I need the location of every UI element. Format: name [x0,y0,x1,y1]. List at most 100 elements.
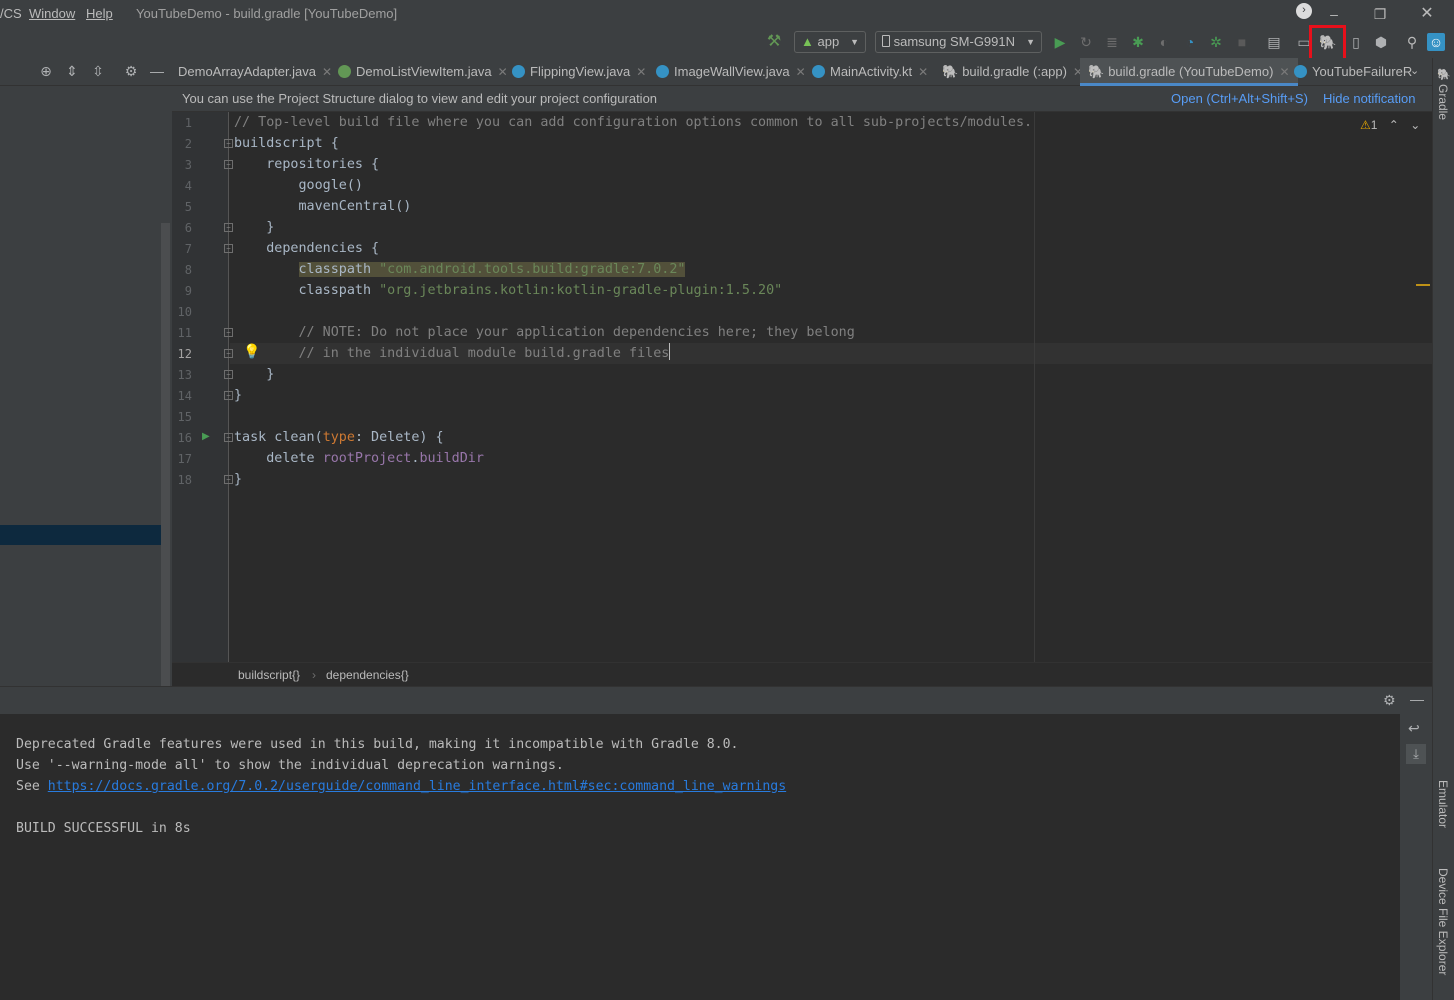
selected-tree-row[interactable] [0,525,168,545]
console-side-toolbar: ↩ ⤓ [1400,714,1432,1000]
account-icon[interactable]: ☺ [1427,33,1445,51]
run-gutter-icon[interactable]: ▶ [202,431,210,442]
tab-label: MainActivity.kt [830,64,913,79]
device-label: samsung SM-G991N [893,34,1016,49]
line-number: 18 [177,473,192,487]
rerun-icon[interactable]: ↻ [1077,33,1095,51]
fold-marker-icon[interactable]: − [224,391,233,400]
scroll-to-end-icon[interactable]: ⤓ [1406,744,1426,764]
build-output-console[interactable]: Deprecated Gradle features were used in … [0,714,1400,1000]
close-icon[interactable]: ✕ [796,65,806,79]
device-file-explorer-tool-window[interactable]: Device File Explorer [1436,868,1450,975]
gear-icon[interactable]: ⚙ [1383,692,1396,709]
expand-all-icon[interactable]: ⇕ [64,63,80,79]
tab-mainactivity[interactable]: MainActivity.kt ✕ [812,58,928,86]
previous-highlight-icon[interactable]: ⌃ [1389,118,1399,132]
tab-build-gradle-app[interactable]: 🐘 build.gradle (:app) ✕ [942,58,1083,86]
locate-icon[interactable]: ⊕ [38,63,54,79]
debug-icon[interactable]: ✱ [1129,33,1147,51]
emulator-tool-window[interactable]: Emulator [1436,780,1450,828]
device-selector[interactable]: samsung SM-G991N ▼ [875,31,1042,53]
hide-notification-link[interactable]: Hide notification [1323,91,1416,106]
breadcrumb-separator-icon: › [312,668,316,682]
breadcrumb-item-buildscript[interactable]: buildscript{} [238,668,300,682]
close-icon[interactable]: ✕ [1417,4,1437,24]
editor-gutter: 1 2 3 4 5 6 7 8 9 10 11 12 13 14 15 16 1… [172,112,260,662]
tab-overflow-chevron-icon[interactable]: ⌄ [1410,58,1419,86]
gradle-icon: 🐘 [942,64,959,79]
inspection-widget[interactable]: ⚠1 ⌃ ⌄ [1360,118,1420,132]
line-number: 10 [177,305,192,319]
hide-icon[interactable]: — [149,63,165,79]
code-string: "com.android.tools.build:gradle:7.0.2" [379,262,686,277]
project-scrollbar[interactable] [161,223,170,686]
fold-marker-icon[interactable]: − [224,349,233,358]
fold-marker-icon[interactable]: − [224,370,233,379]
code-line: classpath "org.jetbrains.kotlin:kotlin-g… [234,280,782,301]
open-project-structure-link[interactable]: Open (Ctrl+Alt+Shift+S) [1171,91,1308,106]
tab-label: DemoListViewItem.java [356,64,492,79]
breadcrumb-item-dependencies[interactable]: dependencies{} [326,668,409,682]
close-icon[interactable]: ✕ [322,65,332,79]
main-toolbar: ⚒ ▲ app ▼ samsung SM-G991N ▼ ▶ ↻ ≣ ✱ ◐ ◔… [0,28,1454,58]
fold-marker-icon[interactable]: − [224,328,233,337]
close-icon[interactable]: ✕ [498,65,508,79]
code-editor[interactable]: 1 2 3 4 5 6 7 8 9 10 11 12 13 14 15 16 1… [172,112,1432,662]
menu-window[interactable]: Window [29,6,75,21]
soft-wrap-icon[interactable]: ↩ [1408,720,1420,737]
close-icon[interactable]: ✕ [636,65,646,79]
warning-icon: ⚠ [1360,118,1371,132]
profiler-icon[interactable]: ◔ [1181,33,1199,51]
next-highlight-icon[interactable]: ⌄ [1410,118,1420,132]
stop-icon[interactable]: ■ [1233,33,1251,51]
tab-youtubefailure[interactable]: YouTubeFailureR [1294,58,1412,86]
gear-icon[interactable]: ⚙ [123,63,139,79]
tab-demolistviewitem[interactable]: DemoListViewItem.java ✕ [338,58,508,86]
fold-marker-icon[interactable]: − [224,475,233,484]
hammer-icon[interactable]: ⚒ [765,33,783,51]
apply-changes-icon[interactable]: ≣ [1103,33,1121,51]
fold-marker-icon[interactable]: − [224,139,233,148]
tab-build-gradle-project[interactable]: 🐘 build.gradle (YouTubeDemo) ✕ [1080,58,1298,86]
close-icon[interactable]: ✕ [1279,65,1289,79]
menu-help[interactable]: Help [86,6,113,21]
code-line: } [234,388,243,403]
close-icon[interactable]: ✕ [918,65,928,79]
code-line: task clean(type: Delete) { [234,427,444,448]
notification-message: You can use the Project Structure dialog… [182,91,658,106]
tab-label: YouTubeFailureR [1312,64,1413,79]
restore-icon[interactable]: ❐ [1370,4,1390,24]
minimize-icon[interactable]: – [1324,4,1344,24]
gradle-tool-window[interactable]: Gradle [1436,84,1450,120]
tab-flippingview[interactable]: FlippingView.java ✕ [512,58,646,86]
class-icon [1294,65,1307,78]
run-icon[interactable]: ▶ [1051,33,1069,51]
fold-marker-icon[interactable]: − [224,160,233,169]
code-line: } [234,220,275,235]
code-line: mavenCentral() [234,199,412,214]
run-config-selector[interactable]: ▲ app ▼ [794,31,866,53]
code-property: rootProject [322,451,412,466]
build-panel-header: ⚙ — [0,686,1432,714]
project-structure-icon[interactable]: ▤ [1265,33,1283,51]
menu-vcs[interactable]: /CS [0,6,22,21]
code-line: } [234,472,243,487]
tab-imagewallview[interactable]: ImageWallView.java ✕ [656,58,806,86]
search-icon[interactable]: ⚲ [1403,33,1421,51]
warning-stripe-marker[interactable] [1416,284,1430,286]
fold-marker-icon[interactable]: − [224,433,233,442]
sdk-manager-icon[interactable]: ⬢ [1372,33,1390,51]
hide-panel-icon[interactable]: — [1410,691,1424,707]
avd-manager-icon[interactable]: ▯ [1347,33,1365,51]
fold-marker-icon[interactable]: − [224,223,233,232]
tab-demoarrayadapter[interactable]: DemoArrayAdapter.java ✕ [178,58,332,86]
coverage-icon[interactable]: ◐ [1155,33,1173,51]
chevron-right-icon[interactable]: › [1296,3,1312,19]
editor-tab-bar: DemoArrayAdapter.java ✕ DemoListViewItem.… [172,58,1432,86]
tab-label: build.gradle (:app) [962,64,1067,79]
collapse-all-icon[interactable]: ⇳ [90,63,106,79]
attach-debugger-icon[interactable]: ✲ [1207,33,1225,51]
line-number: 12 [177,347,192,361]
docs-link[interactable]: https://docs.gradle.org/7.0.2/userguide/… [48,779,786,794]
fold-marker-icon[interactable]: − [224,244,233,253]
